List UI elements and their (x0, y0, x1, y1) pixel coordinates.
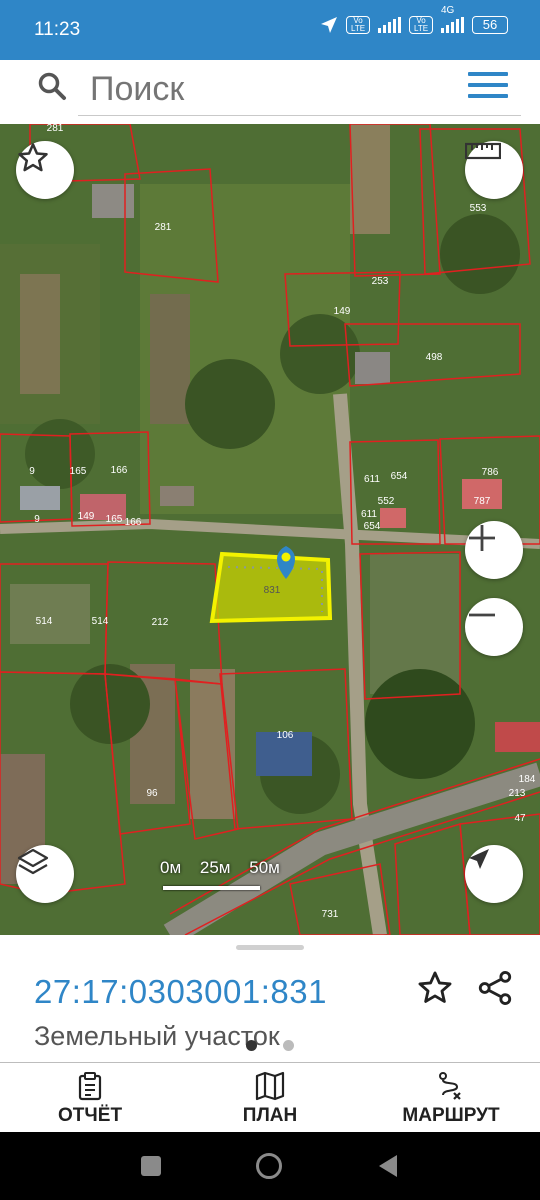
map-view[interactable]: 281 281 553 149 253 498 9 9 165 166 165 … (0, 124, 540, 935)
scale-bar (163, 886, 260, 890)
parcel-label: 281 (155, 222, 172, 233)
parcel-label: 9 (29, 466, 35, 477)
recents-button[interactable] (141, 1156, 161, 1176)
volte-icon: Vo LTE (409, 16, 433, 34)
parcel-label: 212 (152, 617, 169, 628)
my-location-button[interactable] (465, 845, 523, 903)
parcel-label: 514 (36, 616, 53, 627)
parcel-label: 149 (334, 306, 351, 317)
parcel-type: Земельный участок (34, 1021, 280, 1051)
ruler-icon (465, 142, 501, 160)
nav-route-button[interactable]: МАРШРУТ (398, 1071, 504, 1127)
zoom-out-button[interactable] (465, 598, 523, 656)
search-input[interactable] (88, 64, 472, 114)
parcel-label: 149 (78, 511, 95, 522)
navigation-arrow-icon (469, 849, 489, 869)
minus-icon (469, 613, 495, 617)
parcel-label: 106 (277, 730, 294, 741)
search-bar (0, 60, 540, 124)
parcel-label: 611 (364, 474, 380, 485)
bottom-nav: ОТЧЁТ ПЛАН МАРШРУТ (0, 1062, 540, 1133)
nav-plan-button[interactable]: ПЛАН (238, 1071, 302, 1127)
parcel-label: 498 (426, 352, 443, 363)
favorites-button[interactable] (16, 141, 74, 199)
page-indicator (246, 1040, 294, 1051)
nav-label: ОТЧЁТ (58, 1105, 123, 1126)
parcel-label: 166 (111, 465, 128, 476)
layers-icon (17, 848, 49, 875)
status-icons: Vo LTE Vo LTE 4G 56 (320, 5, 508, 34)
parcel-label: 184 (519, 774, 536, 785)
zoom-in-button[interactable] (465, 521, 523, 579)
selected-parcel-label: 831 (264, 585, 281, 596)
parcel-label: 281 (47, 124, 64, 134)
route-icon (439, 1072, 461, 1100)
page-dot (283, 1040, 294, 1051)
parcel-label: 553 (470, 203, 487, 214)
status-bar: 11:23 Vo LTE Vo LTE 4G 56 (0, 0, 540, 60)
favorite-star-icon[interactable] (416, 969, 454, 1007)
network-indicator: 4G (441, 5, 464, 33)
parcel-label: 213 (509, 788, 526, 799)
layers-button[interactable] (16, 845, 74, 903)
parcel-label: 787 (474, 496, 491, 507)
map-icon (255, 1071, 285, 1101)
home-button[interactable] (256, 1153, 282, 1179)
battery-icon: 56 (472, 16, 508, 34)
plus-icon (469, 525, 495, 551)
volte-icon: Vo LTE (346, 16, 370, 34)
status-time: 11:23 (34, 19, 81, 40)
nav-report-button[interactable]: ОТЧЁТ (58, 1071, 122, 1127)
parcel-label: 165 (70, 466, 87, 477)
system-navigation-bar (0, 1132, 540, 1200)
map-canvas[interactable]: 281 281 553 149 253 498 9 9 165 166 165 … (0, 124, 540, 935)
ruler-button[interactable] (465, 141, 523, 199)
clipboard-icon (78, 1072, 102, 1101)
scale-label: 50м (249, 858, 280, 877)
search-icon[interactable] (36, 70, 70, 104)
parcel-label: 165 (106, 514, 123, 525)
parcel-label: 514 (92, 616, 109, 627)
parcel-label: 166 (125, 517, 142, 528)
back-button[interactable] (377, 1153, 399, 1179)
nav-label: ПЛАН (242, 1105, 298, 1126)
star-icon (18, 143, 48, 172)
parcel-label: 253 (372, 276, 389, 287)
map-scale: 0м 25м 50м (160, 858, 294, 890)
parcel-label: 9 (34, 514, 40, 525)
sheet-handle[interactable] (236, 945, 304, 950)
nav-label: МАРШРУТ (402, 1105, 500, 1126)
scale-label: 25м (199, 858, 231, 877)
parcel-label: 786 (482, 467, 499, 478)
share-icon[interactable] (476, 969, 514, 1007)
location-icon (321, 17, 337, 33)
menu-icon[interactable] (468, 72, 508, 102)
parcel-label: 552 (378, 496, 395, 507)
parcel-label: 654 (391, 471, 408, 482)
search-underline (78, 115, 521, 116)
network-type: 4G (441, 5, 455, 16)
parcel-info-sheet[interactable]: 27:17:0303001:831 Земельный участок (0, 935, 540, 1062)
parcel-label: 96 (146, 788, 158, 799)
signal-icon (378, 17, 401, 33)
parcel-label: 611 (361, 509, 377, 520)
cadastral-number[interactable]: 27:17:0303001:831 (34, 973, 327, 1011)
page-dot-active (246, 1040, 257, 1051)
parcel-label: 731 (322, 909, 339, 920)
parcel-label: 654 (364, 521, 381, 532)
parcel-label: 47 (514, 813, 526, 824)
scale-label: 0м (160, 858, 182, 877)
signal-icon (441, 17, 464, 33)
